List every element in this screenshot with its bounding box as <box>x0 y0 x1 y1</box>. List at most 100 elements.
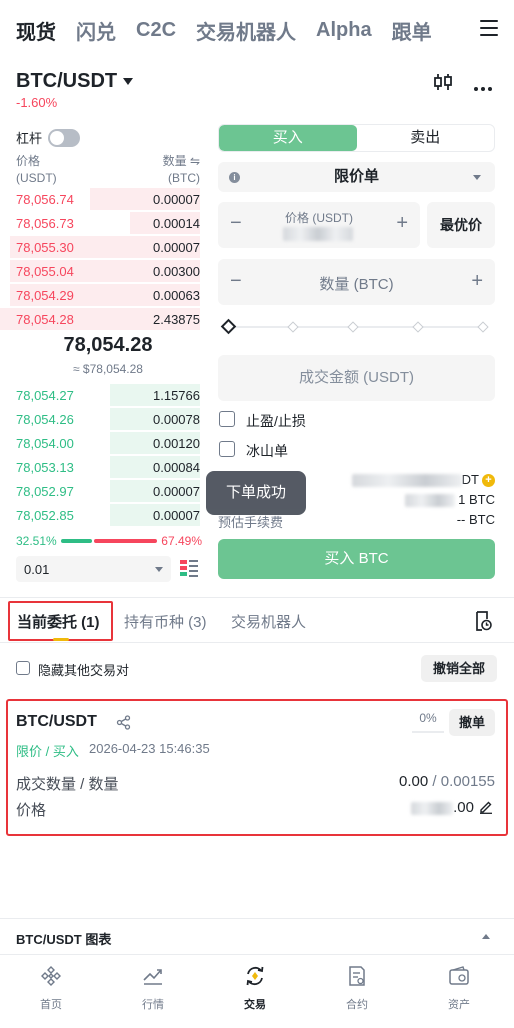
leverage-label: 杠杆 <box>16 131 43 146</box>
slider-step-100[interactable] <box>477 321 489 333</box>
slider-step-50[interactable] <box>347 321 359 333</box>
tab-convert[interactable]: 闪兑 <box>76 16 116 45</box>
qty-increase-button[interactable]: + <box>471 270 483 293</box>
ask-price: 78,054.28 <box>16 312 74 327</box>
sell-ratio: 67.49% <box>161 534 202 548</box>
iceberg-checkbox[interactable] <box>219 441 235 457</box>
order-fill-bar <box>412 731 444 733</box>
more-icon[interactable] <box>474 78 495 96</box>
divider <box>0 642 514 643</box>
tab-spot[interactable]: 现货 <box>16 16 56 45</box>
ask-price: 78,056.73 <box>16 216 74 231</box>
slider-handle[interactable] <box>220 318 237 335</box>
ask-qty: 0.00007 <box>153 192 200 207</box>
bid-row[interactable]: 78,053.13 0.00084 <box>0 455 210 479</box>
bid-row[interactable]: 78,052.97 0.00007 <box>0 479 210 503</box>
bid-qty: 0.00007 <box>153 508 200 523</box>
leverage-toggle[interactable]: 杠杆 <box>16 128 81 147</box>
candlestick-chart-icon[interactable] <box>433 72 453 92</box>
tab-trading-bots[interactable]: 交易机器人 <box>196 16 296 45</box>
orderbook-layout-icon[interactable] <box>180 559 198 579</box>
nav-assets[interactable]: 资产 <box>408 955 510 1028</box>
bid-qty: 0.00007 <box>153 484 200 499</box>
qty-header[interactable]: 数量 ⇋ (BTC) <box>130 153 200 187</box>
best-price-button[interactable]: 最优价 <box>427 202 495 248</box>
cancel-order-button[interactable]: 撤单 <box>449 709 495 736</box>
ask-row[interactable]: 78,055.30 0.00007 <box>0 235 210 259</box>
last-price[interactable]: 78,054.28 <box>16 334 200 357</box>
bid-row[interactable]: 78,052.85 0.00007 <box>0 503 210 527</box>
bid-qty: 0.00078 <box>153 412 200 427</box>
nav-markets[interactable]: 行情 <box>102 955 204 1028</box>
depth-precision-value: 0.01 <box>24 562 50 577</box>
bid-qty: 1.15766 <box>153 388 200 403</box>
ask-qty: 0.00014 <box>153 216 200 231</box>
ask-row[interactable]: 78,055.04 0.00300 <box>0 259 210 283</box>
ask-row[interactable]: 78,054.29 0.00063 <box>0 283 210 307</box>
tab-copy-trading[interactable]: 跟单 <box>392 16 432 45</box>
ratio-bar <box>60 539 158 543</box>
bid-price: 78,052.85 <box>16 508 74 523</box>
ask-row[interactable]: 78,056.73 0.00014 <box>0 211 210 235</box>
bid-price: 78,052.97 <box>16 484 74 499</box>
buy-tab[interactable]: 买入 <box>219 125 357 151</box>
toggle-switch[interactable] <box>48 128 81 147</box>
bid-row[interactable]: 78,054.00 0.00120 <box>0 431 210 455</box>
slider-step-75[interactable] <box>412 321 424 333</box>
tab-trading-bots-orders[interactable]: 交易机器人 <box>231 611 306 632</box>
order-pair: BTC/USDT <box>16 713 97 730</box>
ask-price: 78,055.30 <box>16 240 74 255</box>
active-tab-indicator <box>53 638 69 641</box>
pair-selector[interactable]: BTC/USDT <box>16 70 134 93</box>
bid-row[interactable]: 78,054.27 1.15766 <box>0 383 210 407</box>
caret-up-icon[interactable] <box>482 934 490 939</box>
nav-home[interactable]: 首页 <box>0 955 102 1028</box>
tab-c2c[interactable]: C2C <box>136 19 176 42</box>
trade-icon <box>246 966 264 986</box>
depth-precision-select[interactable]: 0.01 <box>16 556 171 582</box>
ask-qty: 0.00063 <box>153 288 200 303</box>
sell-tab[interactable]: 卖出 <box>357 125 495 151</box>
cancel-all-button[interactable]: 撤销全部 <box>421 655 497 682</box>
max-buy-value-redacted <box>404 494 455 508</box>
slider-step-25[interactable] <box>287 321 299 333</box>
bid-row[interactable]: 78,054.26 0.00078 <box>0 407 210 431</box>
bottom-nav: 首页 行情 交易 合约 资产 <box>0 954 514 1028</box>
nav-futures[interactable]: 合约 <box>306 955 408 1028</box>
hide-other-pairs-label: 隐藏其他交易对 <box>38 663 130 678</box>
order-success-toast: 下单成功 <box>206 471 306 515</box>
tab-alpha[interactable]: Alpha <box>316 19 372 42</box>
futures-icon <box>349 966 365 986</box>
ask-price: 78,054.29 <box>16 288 74 303</box>
bid-price: 78,053.13 <box>16 460 74 475</box>
price-input[interactable]: − 价格 (USDT) + <box>218 202 420 248</box>
tpsl-checkbox[interactable] <box>219 411 235 427</box>
hide-other-pairs-checkbox[interactable] <box>16 661 30 675</box>
quantity-input[interactable]: − 数量 (BTC) + <box>218 259 495 305</box>
highlight-frame <box>8 601 113 641</box>
chart-bar-title: BTC/USDT 图表 <box>16 932 112 947</box>
amount-input[interactable]: 成交金额 (USDT) <box>218 355 495 401</box>
price-header: 价格 (USDT) <box>16 154 57 185</box>
order-history-icon[interactable] <box>474 611 492 631</box>
chart-bar[interactable]: BTC/USDT 图表 <box>0 918 514 954</box>
tab-holdings[interactable]: 持有币种 (3) <box>124 611 207 632</box>
home-icon <box>41 966 61 986</box>
info-icon[interactable]: i <box>229 172 240 183</box>
add-funds-icon[interactable]: + <box>482 474 495 488</box>
share-icon[interactable] <box>116 715 131 730</box>
order-type-select[interactable]: i 限价单 <box>218 162 495 192</box>
filled-amount: 0.00 / 0.00155 <box>399 773 495 790</box>
nav-trade[interactable]: 交易 <box>204 955 306 1028</box>
quantity-slider[interactable] <box>220 318 489 336</box>
edit-icon[interactable] <box>479 800 493 814</box>
buy-submit-button[interactable]: 买入 BTC <box>218 539 495 579</box>
ask-row[interactable]: 78,056.74 0.00007 <box>0 187 210 211</box>
order-type-value: 限价单 <box>333 168 379 185</box>
buy-ratio: 32.51% <box>16 534 57 548</box>
ask-price: 78,055.04 <box>16 264 74 279</box>
pair-symbol: BTC/USDT <box>16 70 118 92</box>
ask-row[interactable]: 78,054.28 2.43875 <box>0 307 210 331</box>
menu-icon[interactable] <box>480 20 498 36</box>
price-increase-button[interactable]: + <box>396 212 408 235</box>
